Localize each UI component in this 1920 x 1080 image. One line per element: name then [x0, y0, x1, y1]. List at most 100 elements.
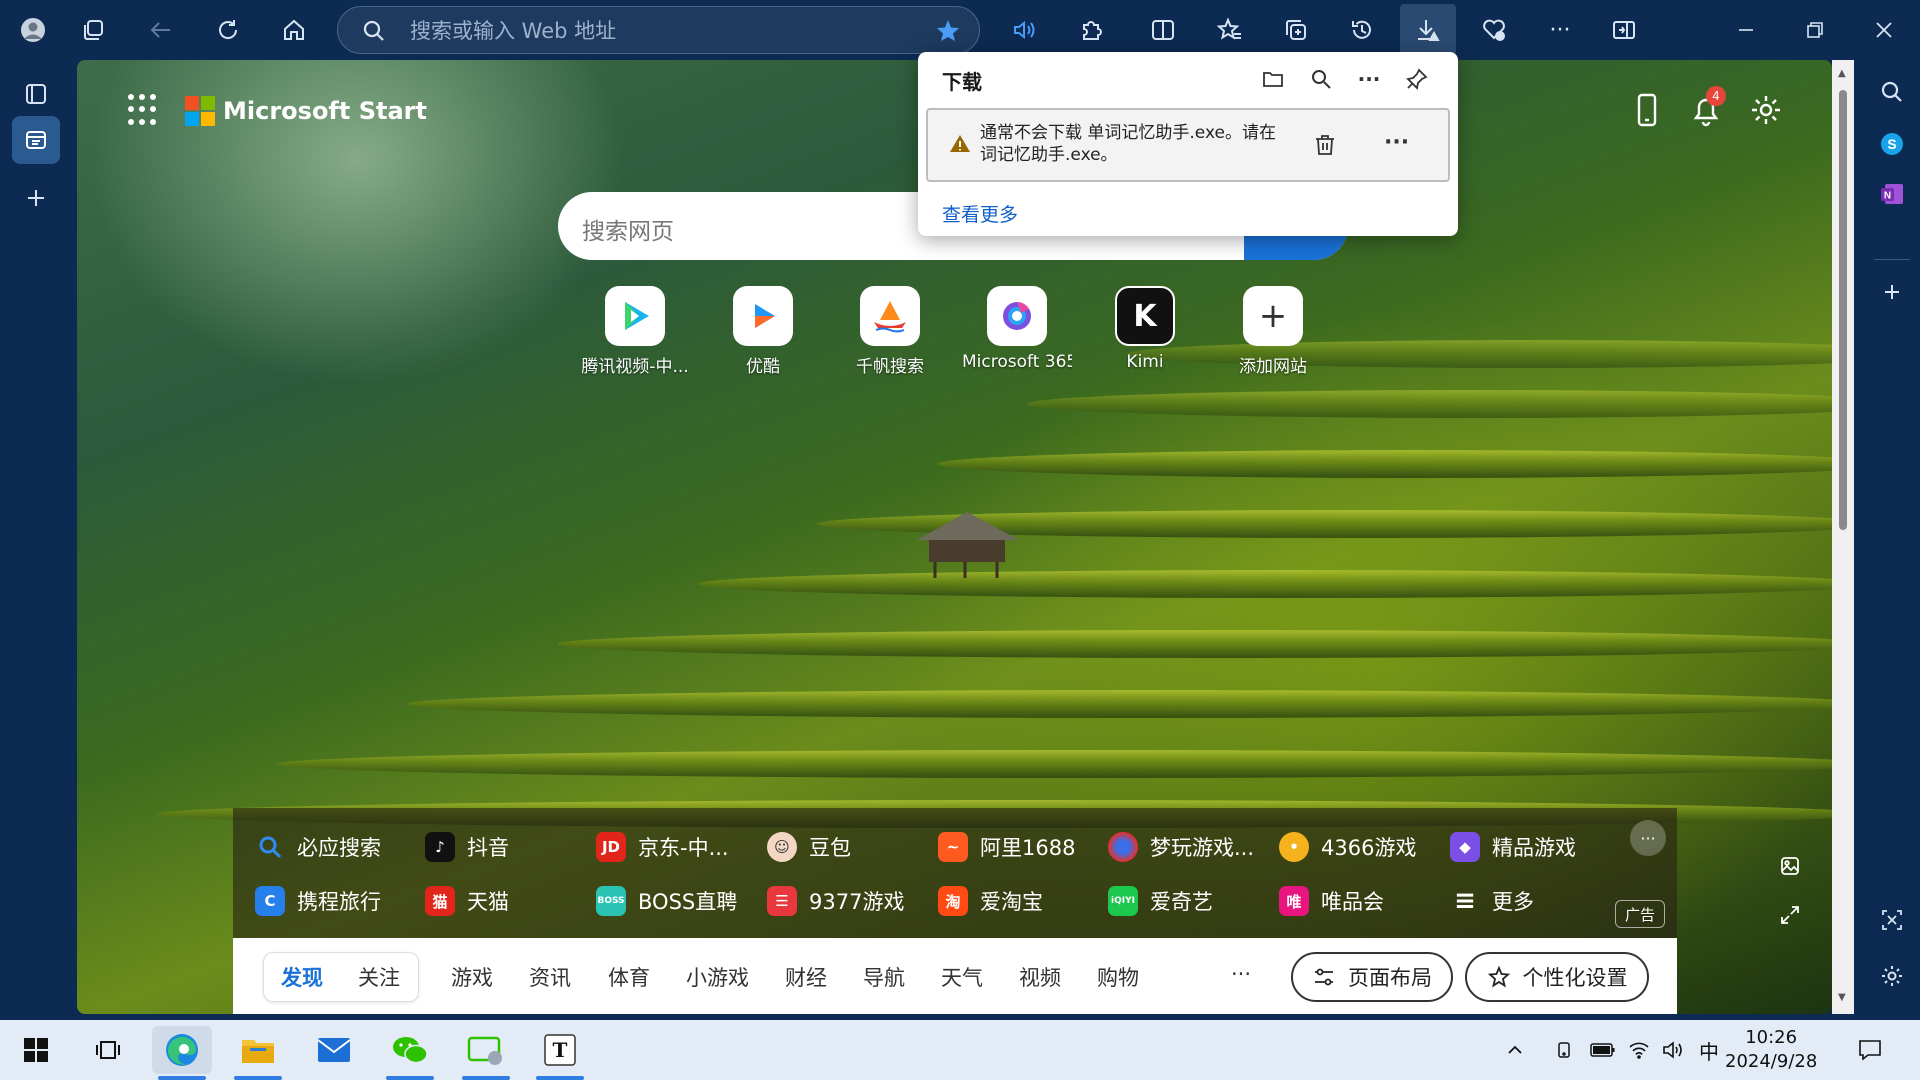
new-tab-plus-icon[interactable]	[16, 178, 56, 218]
quick-link-kimi[interactable]: K Kimi	[1090, 286, 1200, 372]
split-screen-icon[interactable]	[1143, 10, 1183, 50]
shortcut-doubao[interactable]: ☺ 豆包	[767, 830, 851, 864]
screenshot-icon[interactable]	[1872, 900, 1912, 940]
download-item-more-icon[interactable]: ···	[1384, 130, 1409, 155]
notification-center-icon[interactable]	[1840, 1026, 1900, 1074]
quick-link-youku[interactable]: 优酷	[708, 286, 818, 377]
shortcut-more-dots-button[interactable]: ···	[1630, 820, 1666, 856]
refresh-icon[interactable]	[208, 10, 248, 50]
favorite-star-icon[interactable]	[928, 11, 968, 51]
settings-more-icon[interactable]: ···	[1540, 10, 1580, 50]
volume-icon[interactable]	[1656, 1026, 1690, 1074]
page-settings-gear-icon[interactable]	[1746, 90, 1786, 130]
pin-icon[interactable]	[1402, 64, 1432, 94]
personalize-button[interactable]: 个性化设置	[1465, 952, 1649, 1002]
battery-icon[interactable]	[1586, 1026, 1620, 1074]
copilot-sidebar-icon[interactable]	[1604, 10, 1644, 50]
taskbar-mail[interactable]	[304, 1026, 364, 1074]
page-layout-button[interactable]: 页面布局	[1291, 952, 1453, 1002]
skype-icon[interactable]: S	[1872, 124, 1912, 164]
taskbar-edge[interactable]	[152, 1026, 212, 1080]
shortcut-bing[interactable]: 必应搜索	[255, 830, 381, 864]
quick-link-microsoft-365[interactable]: Microsoft 365	[962, 286, 1072, 372]
tab-weather[interactable]: 天气	[941, 962, 983, 992]
close-icon[interactable]	[1864, 10, 1904, 50]
tab-video[interactable]: 视频	[1019, 962, 1061, 992]
tab-new-tab[interactable]	[12, 116, 60, 164]
download-item[interactable]: 通常不会下载 单词记忆助手.exe。请在 词记忆助手.exe。 ···	[926, 108, 1450, 182]
sidebar-settings-icon[interactable]	[1872, 956, 1912, 996]
tab-navigation[interactable]: 导航	[863, 962, 905, 992]
shortcut-iqiyi[interactable]: iQIYI 爱奇艺	[1108, 884, 1213, 918]
read-aloud-icon[interactable]	[1004, 10, 1044, 50]
profile-avatar-icon[interactable]	[13, 10, 53, 50]
onenote-icon[interactable]: N	[1872, 174, 1912, 214]
quick-link-add-site[interactable]: + 添加网站	[1218, 286, 1328, 377]
shortcut-4366[interactable]: • 4366游戏	[1279, 830, 1416, 864]
shortcut-mengwan[interactable]: 梦玩游戏...	[1108, 830, 1254, 864]
meet-now-icon[interactable]	[1550, 1026, 1580, 1074]
back-arrow-icon[interactable]	[141, 10, 181, 50]
quick-link-tencent-video[interactable]: 腾讯视频-中...	[580, 286, 690, 377]
shortcut-tmall[interactable]: 猫 天猫	[425, 884, 509, 918]
tab-news[interactable]: 资讯	[529, 962, 571, 992]
tab-finance[interactable]: 财经	[785, 962, 827, 992]
tab-mini-games[interactable]: 小游戏	[686, 962, 749, 992]
app-launcher-icon[interactable]	[128, 94, 160, 126]
background-image-icon[interactable]	[1770, 846, 1810, 886]
shortcut-vip[interactable]: 唯 唯品会	[1279, 884, 1384, 918]
tab-games[interactable]: 游戏	[451, 962, 493, 992]
shortcut-douyin[interactable]: ♪ 抖音	[425, 830, 509, 864]
history-icon[interactable]	[1342, 10, 1382, 50]
see-more-link[interactable]: 查看更多	[942, 200, 1018, 227]
quick-link-qianfan[interactable]: 千帆搜索	[835, 286, 945, 377]
search-downloads-icon[interactable]	[1306, 64, 1336, 94]
shortcut-jd[interactable]: JD 京东-中...	[596, 830, 729, 864]
tab-discover[interactable]: 发现	[281, 962, 323, 992]
address-bar[interactable]: 搜索或输入 Web 地址	[337, 6, 980, 54]
microsoft-start-logo[interactable]: Microsoft Start	[185, 96, 427, 126]
minimize-icon[interactable]	[1726, 10, 1766, 50]
favorites-icon[interactable]	[1210, 10, 1250, 50]
shortcut-more[interactable]: ≡ 更多	[1450, 884, 1534, 918]
phone-icon[interactable]	[1627, 90, 1667, 130]
tab-actions-icon[interactable]	[16, 74, 56, 114]
scroll-thumb[interactable]	[1839, 90, 1847, 530]
shortcut-9377[interactable]: ☰ 9377游戏	[767, 884, 904, 918]
shortcut-jingpin-game[interactable]: ◆ 精品游戏	[1450, 830, 1576, 864]
workspaces-icon[interactable]	[73, 10, 113, 50]
wifi-icon[interactable]	[1622, 1026, 1656, 1074]
restore-icon[interactable]	[1795, 10, 1835, 50]
delete-trash-icon[interactable]	[1312, 132, 1338, 162]
expand-icon[interactable]	[1770, 895, 1810, 935]
taskbar-wechat[interactable]	[380, 1026, 440, 1080]
shortcut-boss[interactable]: BOSS BOSS直聘	[596, 884, 737, 918]
page-scrollbar[interactable]: ▲ ▼	[1832, 60, 1854, 1014]
collections-icon[interactable]	[1276, 10, 1316, 50]
shortcut-ctrip[interactable]: C 携程旅行	[255, 884, 381, 918]
start-button[interactable]	[6, 1026, 66, 1074]
downloads-button[interactable]	[1400, 4, 1456, 56]
taskbar-file-explorer[interactable]	[228, 1026, 288, 1080]
shortcut-aitaobao[interactable]: 淘 爱淘宝	[938, 884, 1043, 918]
downloads-more-icon[interactable]: ···	[1354, 64, 1384, 94]
system-clock[interactable]: 10:26 2024/9/28	[1725, 1026, 1817, 1074]
shortcut-1688[interactable]: ~ 阿里1688	[938, 830, 1075, 864]
browser-essentials-icon[interactable]	[1474, 10, 1514, 50]
tab-follow[interactable]: 关注	[358, 962, 400, 992]
task-view-icon[interactable]	[78, 1026, 138, 1074]
open-folder-icon[interactable]	[1258, 64, 1288, 94]
tab-sports[interactable]: 体育	[608, 962, 650, 992]
home-icon[interactable]	[274, 10, 314, 50]
taskbar-app[interactable]	[456, 1026, 516, 1080]
sidebar-search-icon[interactable]	[1872, 72, 1912, 112]
taskbar-typora[interactable]: T	[530, 1026, 590, 1080]
sidebar-add-icon[interactable]	[1872, 272, 1912, 312]
tab-shopping[interactable]: 购物	[1097, 962, 1139, 992]
scroll-down-icon[interactable]: ▼	[1838, 992, 1846, 1003]
extensions-icon[interactable]	[1071, 10, 1111, 50]
ime-indicator[interactable]: 中	[1692, 1026, 1726, 1074]
scroll-up-icon[interactable]: ▲	[1838, 68, 1846, 79]
show-hidden-icons-chevron-icon[interactable]	[1500, 1026, 1530, 1074]
tab-more-dots[interactable]: ···	[1231, 962, 1251, 986]
